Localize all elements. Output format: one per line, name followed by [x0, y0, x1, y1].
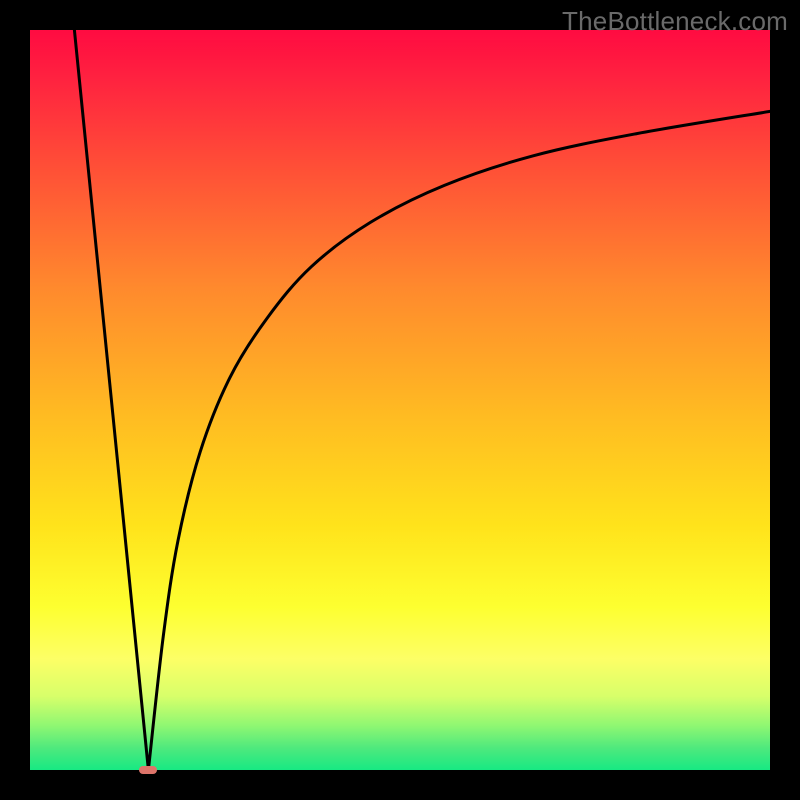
- chart-frame: TheBottleneck.com: [0, 0, 800, 800]
- optimum-marker: [139, 766, 157, 774]
- watermark-text: TheBottleneck.com: [562, 6, 788, 37]
- bottleneck-curve: [30, 30, 770, 770]
- curve-path: [74, 30, 770, 770]
- plot-area: [30, 30, 770, 770]
